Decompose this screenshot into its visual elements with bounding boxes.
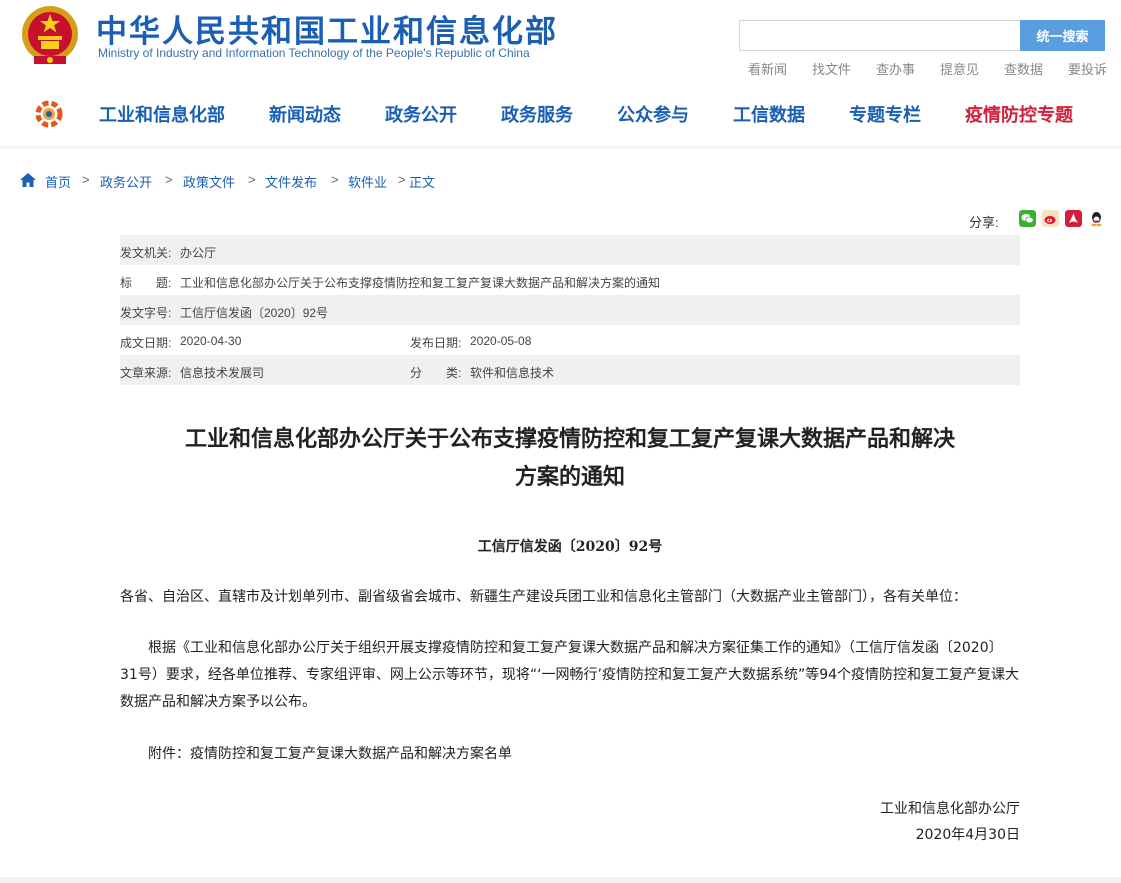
search-button[interactable]: 统一搜索: [1020, 20, 1105, 51]
meta-label: 文章来源:: [120, 366, 172, 380]
nav-item-topics[interactable]: 专题专栏: [849, 101, 921, 127]
site-header: 中华人民共和国工业和信息化部 Ministry of Industry and …: [0, 0, 1121, 148]
nav-item-gov-affairs[interactable]: 政务公开: [385, 101, 457, 127]
nav-item-epidemic[interactable]: 疫情防控专题: [965, 101, 1073, 127]
weibo-icon[interactable]: [1042, 210, 1059, 227]
breadcrumb-gov-affairs[interactable]: 政务公开: [100, 172, 152, 191]
breadcrumb-separator: >: [331, 172, 339, 187]
ministry-logo-icon[interactable]: [33, 98, 65, 130]
qq-icon[interactable]: [1088, 210, 1105, 227]
breadcrumb-home[interactable]: 首页: [45, 172, 71, 191]
meta-label: 分 类:: [410, 366, 462, 380]
quick-link-data[interactable]: 查数据: [1004, 59, 1043, 78]
meta-row-source: 文章来源: 信息技术发展司 分 类: 软件和信息技术: [120, 355, 1020, 385]
share-label: 分享:: [969, 215, 999, 230]
article-body: 根据《工业和信息化部办公厅关于组织开展支撑疫情防控和复工复产复课大数据产品和解决…: [120, 640, 1020, 710]
nav-item-data[interactable]: 工信数据: [733, 101, 805, 127]
breadcrumb-separator: >: [248, 172, 256, 187]
meta-label: 标 题:: [120, 276, 172, 290]
meta-created-date: 2020-04-30: [180, 334, 242, 348]
article-title: 工业和信息化部办公厅关于公布支撑疫情防控和复工复产复课大数据产品和解决 方案的通…: [140, 421, 1000, 497]
article-title-line: 方案的通知: [514, 465, 625, 490]
meta-row-dates: 成文日期: 2020-04-30 发布日期: 2020-05-08: [120, 325, 1020, 355]
nav-item-public[interactable]: 公众参与: [617, 101, 689, 127]
breadcrumb-software[interactable]: 软件业: [348, 172, 387, 191]
meta-title: 工业和信息化部办公厅关于公布支撑疫情防控和复工复产复课大数据产品和解决方案的通知: [180, 276, 661, 290]
breadcrumb-separator: >: [398, 172, 406, 187]
article-greeting: 各省、自治区、直辖市及计划单列市、副省级省会城市、新疆生产建设兵团工业和信息化主…: [120, 589, 967, 605]
breadcrumb-separator: >: [82, 172, 90, 187]
site-subtitle: Ministry of Industry and Information Tec…: [98, 46, 530, 60]
meta-label: 发文机关:: [120, 246, 172, 260]
national-emblem-icon: [22, 6, 78, 64]
article-doc-number: 工信厅信发函〔2020〕92号: [477, 539, 663, 555]
breadcrumb-current: 正文: [409, 175, 436, 190]
article-date: 2020年4月30日: [915, 827, 1020, 843]
site-title: 中华人民共和国工业和信息化部: [96, 14, 558, 49]
nav-item-gov-services[interactable]: 政务服务: [501, 101, 573, 127]
meta-row-issuer: 发文机关: 办公厅: [120, 235, 1020, 265]
nav-item-news[interactable]: 新闻动态: [269, 101, 341, 127]
meta-published-date: 2020-05-08: [470, 334, 532, 348]
quick-link-news[interactable]: 看新闻: [748, 59, 787, 78]
meta-label: 发布日期:: [410, 336, 462, 350]
quick-link-services[interactable]: 查办事: [876, 59, 915, 78]
meta-source: 信息技术发展司: [180, 366, 265, 380]
breadcrumb-release[interactable]: 文件发布: [265, 172, 317, 191]
quick-links: 看新闻 找文件 查办事 提意见 查数据 要投诉: [739, 59, 1119, 79]
meta-category: 软件和信息技术: [470, 366, 555, 380]
meta-label: 发文字号:: [120, 306, 172, 320]
article-signer: 工业和信息化部办公厅: [880, 801, 1020, 817]
document-meta: 发文机关: 办公厅 标 题: 工业和信息化部办公厅关于公布支撑疫情防控和复工复产…: [120, 235, 1020, 385]
meta-label: 成文日期:: [120, 336, 172, 350]
quick-link-complaint[interactable]: 要投诉: [1068, 59, 1107, 78]
wechat-icon[interactable]: [1019, 210, 1036, 227]
search-input[interactable]: [739, 20, 1021, 51]
quick-link-files[interactable]: 找文件: [812, 59, 851, 78]
meta-row-doc-no: 发文字号: 工信厅信发函〔2020〕92号: [120, 295, 1020, 325]
home-icon: [20, 173, 36, 187]
breadcrumb-policy[interactable]: 政策文件: [183, 172, 235, 191]
meta-issuer: 办公厅: [180, 246, 217, 260]
nav-item-ministry[interactable]: 工业和信息化部: [99, 101, 225, 127]
meta-row-title: 标 题: 工业和信息化部办公厅关于公布支撑疫情防控和复工复产复课大数据产品和解决…: [120, 265, 1020, 295]
quick-link-feedback[interactable]: 提意见: [940, 59, 979, 78]
pdf-icon[interactable]: [1065, 210, 1082, 227]
header-divider: [0, 146, 1121, 150]
article-title-line: 工业和信息化部办公厅关于公布支撑疫情防控和复工复产复课大数据产品和解决: [184, 427, 955, 452]
footer-divider: [0, 877, 1121, 883]
meta-doc-no: 工信厅信发函〔2020〕92号: [180, 306, 329, 320]
article-attachment[interactable]: 附件：疫情防控和复工复产复课大数据产品和解决方案名单: [120, 741, 1020, 768]
breadcrumb-separator: >: [165, 172, 173, 187]
